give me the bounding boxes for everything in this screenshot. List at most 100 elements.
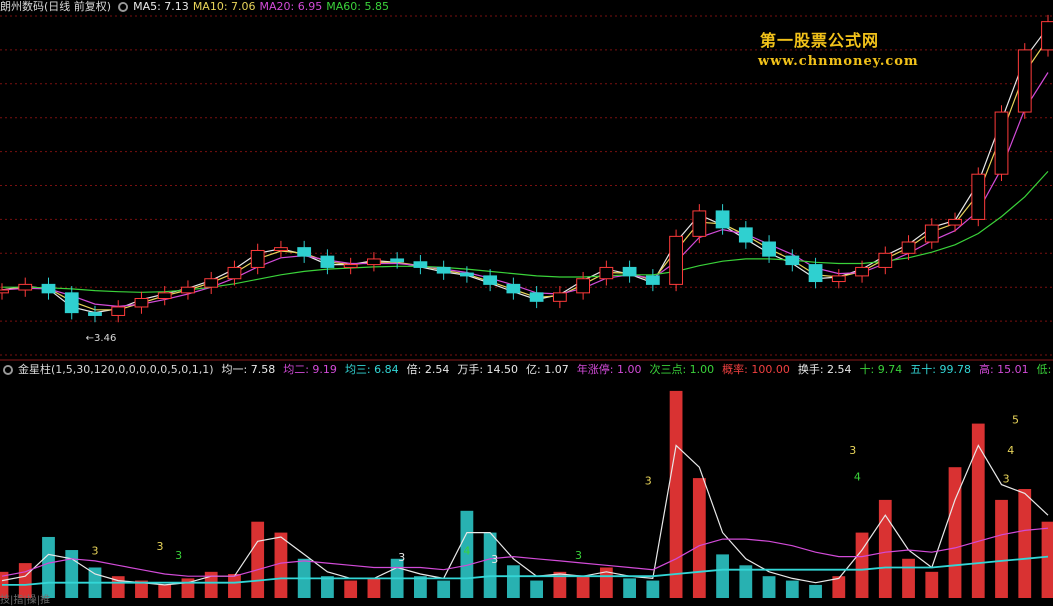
ind-item: 次三点: 1.00 [649,363,715,376]
candle-body [413,261,428,268]
candle-body [320,255,335,268]
ind-item: 均一: 7.58 [221,363,276,376]
watermark-title: 第一股票公式网 [760,31,880,50]
candle-body [831,275,846,283]
candle-body [994,111,1009,175]
indicator-header: ● 金星柱(1,5,30,120,0,0,0,0,0,5,0,1,1) 均一: 7.… [0,363,1053,377]
volume-bar [785,580,799,598]
volume-bar [902,558,915,598]
signal-label: 3 [1003,472,1010,485]
ind-item: 高: 15.01 [978,363,1029,376]
ind-item: 年涨停: 1.00 [576,363,642,376]
candle-body [855,266,869,277]
stock-title[interactable]: 朗州数码(日线 前复权) [0,0,111,13]
ma-line-ma20 [1,72,1049,308]
volume-bar [692,478,706,598]
candle-body [901,241,916,254]
ind-item: 万手: 14.50 [457,363,519,376]
candle-body [552,292,567,302]
indicator-info-icon[interactable]: ● [3,365,13,375]
volume-bar [971,423,985,598]
ind-item: 均三: 6.84 [344,363,399,376]
low-price-annotation: ←3.46 [86,333,117,344]
candle-body [88,312,102,316]
volume-bar [42,536,55,598]
volume-bar [344,580,358,598]
candle-body [878,252,893,268]
volume-bar [925,571,939,598]
watermark-url: www.chnmoney.com [758,54,919,69]
candle-body [529,292,544,302]
volume-bar [762,576,776,598]
candle-body [274,247,288,251]
volume-bar [716,554,729,598]
candle-body [738,227,753,243]
candle-body [599,266,614,280]
stock-chart-canvas[interactable]: ←3.463 33 343 3334543 [0,0,1053,605]
volume-bar [1018,489,1032,598]
volume-bar [414,576,427,598]
candle-body [692,210,707,237]
price-header: 朗州数码(日线 前复权) ● MA5: 7.13 MA10: 7.06 MA20: 6.… [0,0,393,14]
indicator-name[interactable]: 金星柱(1,5,30,120,0,0,0,0,0,5,0,1,1) [18,363,214,376]
ind-item: 十: 9.74 [859,363,903,376]
signal-label: 3 [491,553,498,566]
ma-line-ma10 [1,38,1049,311]
candle-body [367,258,381,266]
signal-label: 4 [463,544,470,557]
ind-item: 概率: 100.00 [722,363,790,376]
volume-bar [809,584,822,598]
candle-body [762,241,776,257]
ind-item: 倍: 2.54 [406,363,450,376]
candle-body [669,235,683,285]
ind-item: 均二: 9.19 [283,363,337,376]
volume-bar [995,499,1008,598]
candle-body [64,292,79,314]
candle-body [1017,49,1032,113]
ma-line-ma60 [2,170,1049,293]
signal-label: 3 [398,551,405,564]
candle-body [924,224,939,243]
candle-body [459,272,474,277]
volume-bar [530,580,544,598]
volume-bar [948,467,962,598]
volume-bar [274,532,288,598]
candle-body [343,264,358,268]
signal-label: 3 [175,549,182,562]
ma-line-ma5 [1,26,1049,314]
ind-item: 五十: 99.78 [910,363,971,376]
volume-bar [437,580,451,598]
signal-label: 3 [849,444,856,457]
signal-label: 3 [157,540,164,553]
candle-body [436,266,451,274]
volume-bar [623,578,636,598]
volume-bar [65,550,79,598]
volume-bar [251,521,265,598]
signal-label: 4 [854,470,861,483]
candle-body [948,218,962,226]
ma20-label: MA20: 6.95 [259,0,323,13]
ind-item: 亿: 1.07 [526,363,569,376]
candle-body [971,173,986,220]
candle-body [390,258,405,263]
signal-label: 3 [91,544,98,557]
volume-bar [228,574,241,598]
signal-label: 3 [645,475,652,488]
candle-body [204,278,219,288]
candle-body [506,283,521,294]
ind-item: 换手: 2.54 [797,363,852,376]
candle-body [157,292,172,300]
volume-bar [158,584,172,598]
bottom-toolbar-tag[interactable]: 技|指|操|推 [0,591,50,606]
candle-body [1041,21,1053,51]
candle-body [645,275,660,285]
ma-lines [1,26,1049,314]
candle-body [41,283,56,294]
signal-label: 5 [1012,414,1019,427]
ma10-label: MA10: 7.06 [192,0,256,13]
candle-body [134,298,149,308]
candle-body [227,266,242,280]
info-icon[interactable]: ● [118,2,129,12]
volume-bar [1041,521,1053,598]
candle-body [483,275,498,285]
